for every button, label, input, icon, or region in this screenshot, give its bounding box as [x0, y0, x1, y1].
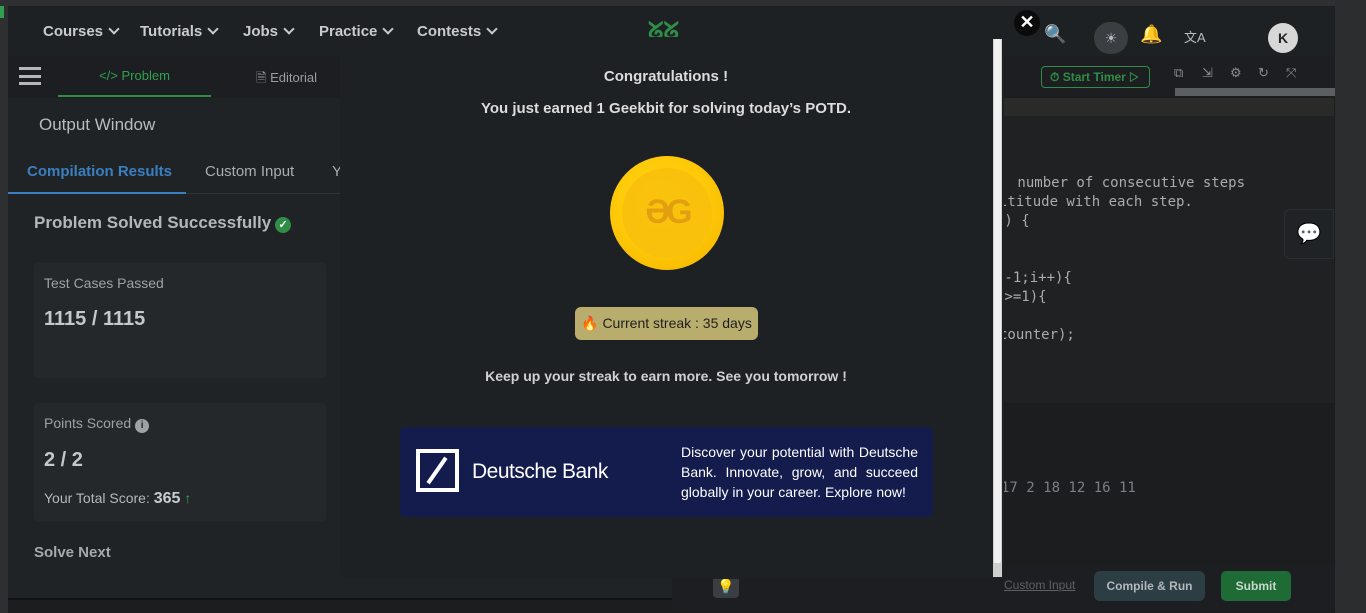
info-icon[interactable]: i	[135, 419, 150, 433]
bell-icon[interactable]: 🔔	[1140, 24, 1162, 45]
export-icon[interactable]: ⇲	[1202, 65, 1213, 81]
arrow-up-icon: ↑	[184, 490, 192, 506]
left-edge	[0, 0, 8, 613]
submit-button[interactable]: Submit	[1221, 571, 1291, 601]
total-score-label: Your Total Score:	[44, 490, 150, 506]
nav-tutorials[interactable]: Tutorials	[140, 23, 219, 40]
nav-tutorials-label: Tutorials	[140, 23, 203, 40]
coin-glyph: ƏG	[645, 193, 692, 231]
fullscreen-icon[interactable]: ⤧	[1286, 65, 1296, 81]
right-edge	[1335, 0, 1366, 613]
tab-compilation-results[interactable]: Compilation Results	[27, 163, 172, 180]
editor-scrollbar[interactable]	[1175, 88, 1335, 96]
tab-custom-input[interactable]: Custom Input	[205, 163, 294, 180]
search-icon[interactable]: 🔍	[1044, 24, 1066, 45]
solved-status-text: Problem Solved Successfully	[34, 213, 272, 232]
tab-editorial[interactable]: 🗎 Editorial	[256, 69, 317, 91]
chevron-down-icon	[207, 23, 219, 35]
console-output: 17 2 18 12 16 11	[1001, 404, 1334, 564]
chevron-down-icon	[486, 23, 498, 35]
active-tab-indicator	[8, 192, 186, 194]
nav-courses-label: Courses	[43, 23, 104, 40]
potd-success-modal: Congratulations ! You just earned 1 Geek…	[340, 37, 1004, 579]
points-value: 2 / 2	[44, 449, 83, 471]
check-icon: ✓	[275, 217, 292, 233]
nav-jobs[interactable]: Jobs	[243, 23, 295, 40]
modal-title: Congratulations !	[603, 68, 729, 85]
chevron-down-icon	[382, 23, 395, 35]
modal-subtitle: You just earned 1 Geekbit for solving to…	[480, 100, 852, 117]
keep-streak-text: Keep up your streak to earn more. See yo…	[485, 368, 847, 384]
modal-scrollbar[interactable]	[994, 39, 1001, 563]
sponsor-banner[interactable]: Deutsche Bank Discover your potential wi…	[400, 427, 933, 517]
translate-icon[interactable]: 文A	[1184, 27, 1206, 46]
copy-icon[interactable]: ⧉	[1174, 65, 1183, 81]
editor-header-strip	[1004, 98, 1334, 116]
compile-run-button[interactable]: Compile & Run	[1094, 571, 1205, 601]
total-score: Your Total Score: 365 ↑	[44, 490, 191, 508]
output-window-title: Output Window	[39, 115, 156, 134]
panel-bottom-border	[8, 598, 672, 600]
avatar[interactable]: K	[1268, 23, 1298, 53]
theme-toggle-icon[interactable]: ☀	[1094, 22, 1128, 54]
test-cases-label: Test Cases Passed	[44, 275, 164, 291]
nav-courses[interactable]: Courses	[43, 23, 120, 40]
solved-status: Problem Solved Successfully ✓	[34, 213, 292, 233]
code-line: ltitude with each step.	[999, 194, 1193, 210]
test-cases-value: 1115 / 1115	[44, 308, 146, 330]
points-card: Points Scored i 2 / 2 Your Total Score: 3…	[34, 403, 326, 521]
chevron-down-icon	[283, 23, 295, 35]
code-line: number of consecutive steps	[1009, 175, 1246, 191]
close-icon[interactable]: ✕	[1014, 10, 1040, 36]
geekbit-coin-icon: ƏG	[610, 156, 724, 270]
custom-input-link[interactable]: Custom Input	[1004, 578, 1075, 592]
nav-jobs-label: Jobs	[243, 23, 279, 40]
total-score-value: 365	[153, 490, 181, 507]
streak-badge: 🔥 Current streak : 35 days	[575, 307, 758, 340]
menu-icon[interactable]	[19, 67, 41, 85]
reset-icon[interactable]: ↻	[1258, 65, 1269, 81]
test-cases-card: Test Cases Passed 1115 / 1115	[34, 263, 326, 378]
sponsor-text: Discover your potential with Deutsche Ba…	[681, 444, 918, 500]
tab-problem[interactable]: </> Problem	[58, 57, 211, 97]
edge-indicator	[0, 6, 4, 18]
points-label-row: Points Scored i	[44, 415, 150, 433]
console-text: 17 2 18 12 16 11	[1001, 480, 1136, 496]
sponsor-brand: Deutsche Bank	[472, 460, 608, 483]
points-label: Points Scored	[44, 415, 132, 431]
code-line: )-1;i++){	[996, 270, 1072, 286]
chat-icon[interactable]: 💬	[1284, 209, 1334, 259]
settings-icon[interactable]: ⚙	[1230, 65, 1242, 81]
chevron-down-icon	[108, 23, 120, 35]
deutsche-bank-logo-icon	[416, 449, 459, 492]
solve-next-heading: Solve Next	[34, 544, 111, 561]
start-timer-button[interactable]: ⏱ Start Timer ▷	[1041, 66, 1150, 88]
code-line: counter);	[999, 327, 1075, 343]
